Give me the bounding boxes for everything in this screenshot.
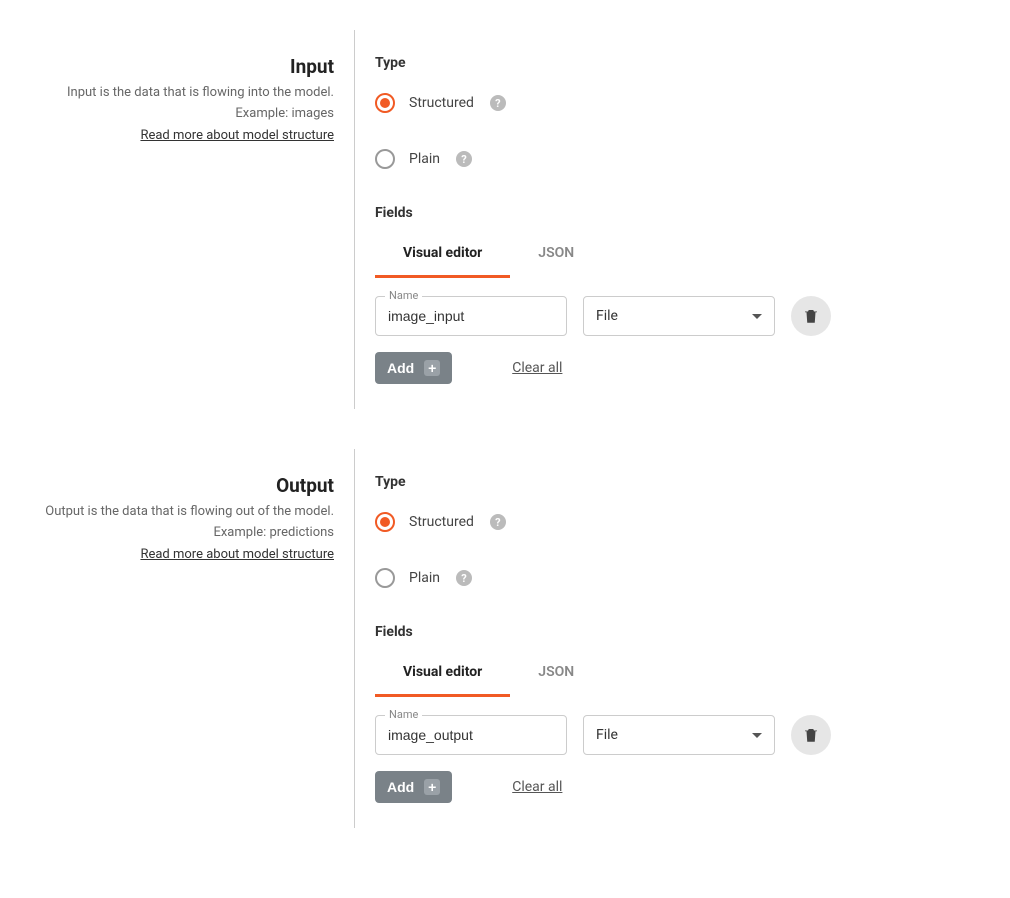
output-type-label: Type (375, 474, 990, 490)
input-description: Input is the data that is flowing into t… (20, 84, 334, 103)
input-type-select[interactable]: File (583, 296, 775, 336)
chevron-down-icon (752, 314, 762, 319)
input-sidebar: Input Input is the data that is flowing … (20, 30, 355, 409)
input-readmore-link[interactable]: Read more about model structure (140, 128, 334, 143)
input-section: Input Input is the data that is flowing … (20, 30, 990, 409)
input-name-field-wrap: Name (375, 296, 567, 336)
output-type-select[interactable]: File (583, 715, 775, 755)
input-fields-label: Fields (375, 205, 990, 221)
input-name-label: Name (385, 289, 422, 302)
input-radio-plain[interactable]: Plain ? (375, 149, 990, 169)
delete-field-button[interactable] (791, 715, 831, 755)
output-radio-plain[interactable]: Plain ? (375, 568, 990, 588)
output-radio-structured[interactable]: Structured ? (375, 512, 990, 532)
input-form: Type Structured ? Plain ? Fields Visual … (355, 30, 990, 409)
output-sidebar: Output Output is the data that is flowin… (20, 449, 355, 828)
radio-label-structured: Structured (409, 514, 474, 530)
input-action-row: Add + Clear all (375, 352, 990, 384)
trash-icon (802, 726, 820, 744)
add-field-button[interactable]: Add + (375, 352, 452, 384)
tab-visual-editor[interactable]: Visual editor (375, 231, 510, 278)
radio-label-structured: Structured (409, 95, 474, 111)
help-icon[interactable]: ? (456, 151, 472, 167)
output-tabs: Visual editor JSON (375, 650, 990, 697)
input-tabs: Visual editor JSON (375, 231, 990, 278)
radio-icon (375, 512, 395, 532)
input-type-label: Type (375, 55, 990, 71)
radio-icon (375, 93, 395, 113)
trash-icon (802, 307, 820, 325)
help-icon[interactable]: ? (456, 570, 472, 586)
delete-field-button[interactable] (791, 296, 831, 336)
plus-icon: + (424, 779, 440, 795)
tab-visual-editor[interactable]: Visual editor (375, 650, 510, 697)
add-label: Add (387, 360, 414, 376)
output-fields-label: Fields (375, 624, 990, 640)
radio-icon (375, 149, 395, 169)
radio-label-plain: Plain (409, 570, 440, 586)
clear-all-link[interactable]: Clear all (512, 779, 562, 795)
input-radio-structured[interactable]: Structured ? (375, 93, 990, 113)
add-label: Add (387, 779, 414, 795)
output-section: Output Output is the data that is flowin… (20, 449, 990, 828)
chevron-down-icon (752, 733, 762, 738)
help-icon[interactable]: ? (490, 95, 506, 111)
output-name-field-wrap: Name (375, 715, 567, 755)
output-example: Example: predictions (20, 524, 334, 543)
help-icon[interactable]: ? (490, 514, 506, 530)
output-form: Type Structured ? Plain ? Fields Visual … (355, 449, 990, 828)
input-field-row: Name File (375, 296, 990, 336)
output-type-value: File (596, 727, 618, 743)
radio-label-plain: Plain (409, 151, 440, 167)
output-field-row: Name File (375, 715, 990, 755)
input-type-value: File (596, 308, 618, 324)
plus-icon: + (424, 360, 440, 376)
output-description: Output is the data that is flowing out o… (20, 503, 334, 522)
output-name-field[interactable] (375, 715, 567, 755)
output-title: Output (20, 474, 334, 497)
tab-json[interactable]: JSON (510, 231, 602, 278)
add-field-button[interactable]: Add + (375, 771, 452, 803)
input-name-field[interactable] (375, 296, 567, 336)
radio-icon (375, 568, 395, 588)
output-action-row: Add + Clear all (375, 771, 990, 803)
tab-json[interactable]: JSON (510, 650, 602, 697)
output-readmore-link[interactable]: Read more about model structure (140, 547, 334, 562)
input-example: Example: images (20, 105, 334, 124)
clear-all-link[interactable]: Clear all (512, 360, 562, 376)
output-name-label: Name (385, 708, 422, 721)
input-title: Input (20, 55, 334, 78)
